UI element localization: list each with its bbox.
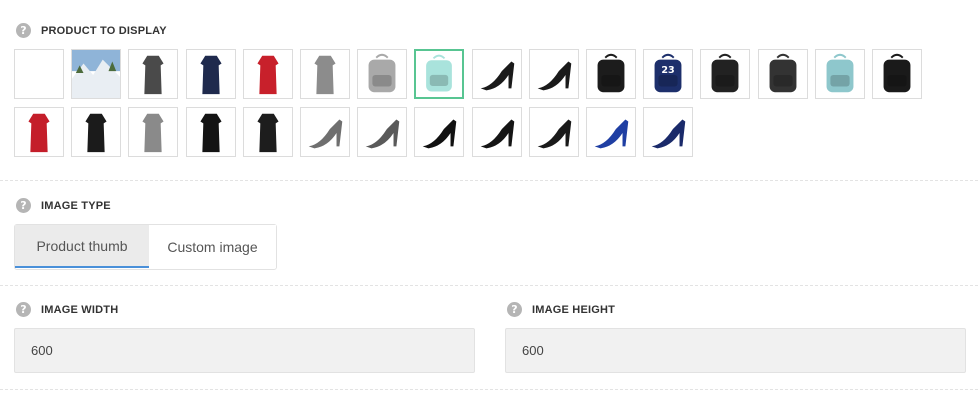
product-thumb-black-strap-heel[interactable]: [471, 107, 522, 157]
product-thumb-black-lace-heel[interactable]: [414, 107, 465, 157]
product-thumb-black-dress-2[interactable]: [242, 107, 293, 157]
image-width-header: ? IMAGE WIDTH: [16, 302, 118, 317]
product-thumb-image: [537, 119, 572, 149]
product-thumb-image: [594, 119, 629, 149]
question-icon[interactable]: ?: [16, 23, 31, 38]
product-thumb-image: [15, 50, 63, 98]
product-thumb-grey-glitter-pump[interactable]: [357, 107, 408, 157]
product-thumb-image: [200, 55, 222, 95]
product-thumb-navy-dress[interactable]: [185, 49, 236, 99]
product-thumb-navy-23-backpack[interactable]: 23: [643, 49, 694, 99]
section-divider: [0, 285, 978, 286]
product-thumb-image: [142, 55, 164, 95]
product-thumb-grey-knit-dress[interactable]: [300, 49, 350, 99]
product-thumb-image: 23: [654, 53, 682, 93]
product-thumb-grey-backpack[interactable]: [357, 49, 408, 99]
section-divider: [0, 389, 978, 390]
image-height-header: ? IMAGE HEIGHT: [507, 302, 615, 317]
product-thumb-image: [85, 113, 107, 153]
product-thumb-aqua-backpack[interactable]: [814, 49, 865, 99]
product-thumb-red-long-dress[interactable]: [14, 107, 64, 157]
product-thumb-black-cage-heel[interactable]: [528, 107, 579, 157]
product-thumb-image: [651, 119, 686, 149]
product-section-header: ? PRODUCT TO DISPLAY: [16, 23, 167, 38]
product-thumb-black-bootie[interactable]: [528, 49, 579, 99]
product-thumb-studded-backpack[interactable]: [872, 49, 922, 99]
product-thumb-image: [368, 53, 396, 93]
product-thumb-blue-pump[interactable]: [586, 107, 636, 157]
product-thumb-snow-landscape[interactable]: [71, 49, 122, 99]
product-thumb-black-backpack-3[interactable]: [757, 49, 808, 99]
image-type-tabs: Product thumb Custom image: [14, 224, 277, 270]
image-type-header: ? IMAGE TYPE: [16, 198, 111, 213]
image-height-label: IMAGE HEIGHT: [532, 303, 616, 316]
product-thumb-image: [308, 119, 343, 149]
section-divider: [0, 180, 978, 181]
product-thumb-black-sleeve-dress[interactable]: [185, 107, 236, 157]
product-thumb-navy-fringe-heel[interactable]: [643, 107, 694, 157]
product-thumb-image: [426, 54, 453, 92]
product-thumb-black-dress[interactable]: [71, 107, 122, 157]
product-thumb-image: [142, 113, 164, 153]
product-thumb-image: [711, 53, 739, 93]
product-thumb-image: [257, 113, 279, 153]
tab-product-thumb[interactable]: Product thumb: [15, 225, 149, 268]
product-thumb-image: [826, 53, 854, 93]
product-thumb-red-dress[interactable]: [242, 49, 293, 99]
product-thumb-black-heel[interactable]: [471, 49, 522, 99]
product-thumb-image: [883, 53, 911, 93]
image-width-label: IMAGE WIDTH: [41, 303, 119, 316]
product-thumb-black-backpack-2[interactable]: [700, 49, 751, 99]
product-thumb-image: [597, 53, 625, 93]
image-width-input[interactable]: 600: [14, 328, 475, 373]
product-thumb-mint-backpack[interactable]: [414, 49, 465, 99]
image-type-title: IMAGE TYPE: [41, 199, 111, 212]
question-icon[interactable]: ?: [507, 302, 522, 317]
product-thumb-grey-dress[interactable]: [128, 49, 179, 99]
product-thumb-image: [257, 55, 279, 95]
product-thumb-image: [480, 61, 514, 91]
product-thumb-image: [769, 53, 797, 93]
product-thumb-image: [365, 119, 400, 149]
product-thumb-blank[interactable]: [14, 49, 64, 99]
product-thumb-image: [200, 113, 222, 153]
product-thumb-image: [423, 119, 457, 149]
svg-text:23: 23: [662, 65, 675, 76]
product-thumb-grey-belted-dress[interactable]: [128, 107, 179, 157]
tab-custom-image[interactable]: Custom image: [149, 225, 276, 268]
question-icon[interactable]: ?: [16, 198, 31, 213]
product-thumb-image: [537, 61, 572, 91]
image-height-input[interactable]: 600: [505, 328, 966, 373]
product-thumb-black-backpack[interactable]: [586, 49, 636, 99]
product-thumb-grey-pump[interactable]: [300, 107, 350, 157]
product-thumb-image: [480, 119, 514, 149]
product-thumb-image: [72, 50, 121, 98]
product-section-title: PRODUCT TO DISPLAY: [41, 24, 167, 37]
product-thumb-image: [28, 113, 50, 153]
product-thumb-image: [314, 55, 336, 95]
question-icon[interactable]: ?: [16, 302, 31, 317]
